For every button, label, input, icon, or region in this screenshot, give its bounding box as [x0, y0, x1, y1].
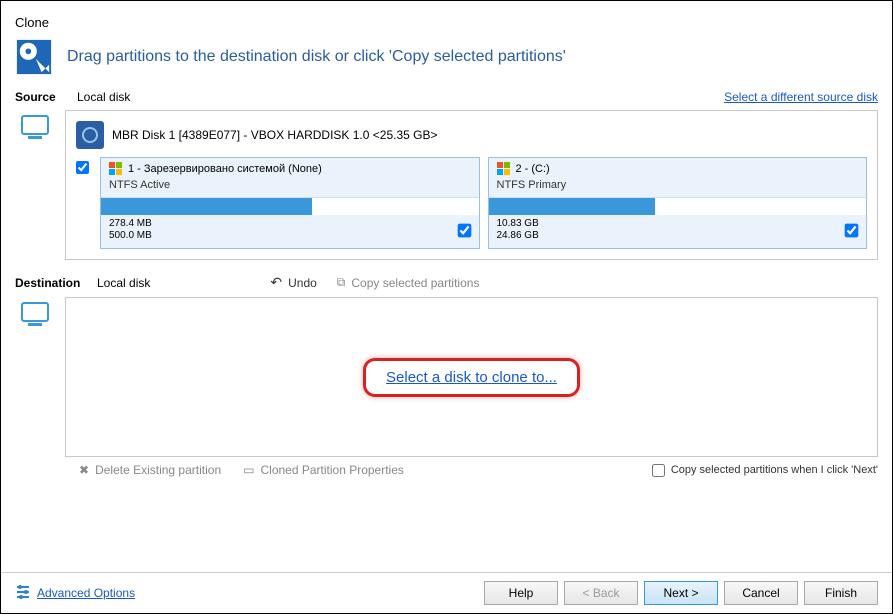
source-header-row: Source Local disk Select a different sou… [15, 90, 878, 104]
partition-properties-button: ▭ Cloned Partition Properties [243, 463, 404, 477]
partition-1[interactable]: 1 - Зарезервировано системой (None) NTFS… [100, 157, 480, 249]
partition-2-name: 2 - (C:) [516, 163, 550, 175]
cancel-button[interactable]: Cancel [724, 581, 798, 605]
source-panel: MBR Disk 1 [4389E077] - VBOX HARDDISK 1.… [65, 110, 878, 260]
help-button[interactable]: Help [484, 581, 558, 605]
destination-value: Local disk [97, 276, 150, 290]
wizard-buttons: Help < Back Next > Cancel Finish [484, 581, 878, 605]
next-button[interactable]: Next > [644, 581, 718, 605]
windows-icon [109, 162, 122, 175]
source-body: MBR Disk 1 [4389E077] - VBOX HARDDISK 1.… [15, 110, 878, 260]
finish-button[interactable]: Finish [804, 581, 878, 605]
partition-2-type: NTFS Primary [489, 179, 867, 195]
change-source-link[interactable]: Select a different source disk [724, 90, 878, 104]
clone-window: Clone Drag partitions to the destination… [0, 0, 893, 614]
partition-1-usage [101, 197, 479, 215]
disk-header: MBR Disk 1 [4389E077] - VBOX HARDDISK 1.… [76, 121, 867, 149]
header: Drag partitions to the destination disk … [15, 38, 878, 76]
disk-title: MBR Disk 1 [4389E077] - VBOX HARDDISK 1.… [112, 128, 437, 142]
partition-1-used: 278.4 MB [109, 218, 152, 230]
window-title: Clone [15, 11, 878, 38]
destination-body: Select a disk to clone to... [15, 297, 878, 457]
select-all-partitions-checkbox[interactable] [76, 161, 89, 174]
properties-icon: ▭ [243, 463, 254, 477]
copy-on-next-checkbox[interactable] [652, 464, 665, 477]
undo-button[interactable]: ↶ Undo [270, 274, 316, 291]
clone-icon [15, 38, 53, 76]
source-device-icon [15, 110, 55, 260]
partition-1-name: 1 - Зарезервировано системой (None) [128, 163, 322, 175]
partition-2-checkbox[interactable] [845, 223, 859, 237]
copy-icon: ⧉ [337, 275, 346, 290]
advanced-icon [15, 584, 31, 603]
back-button: < Back [564, 581, 638, 605]
select-destination-link[interactable]: Select a disk to clone to... [386, 369, 557, 386]
undo-icon: ↶ [270, 274, 282, 291]
hdd-icon [76, 121, 104, 149]
partition-2-used: 10.83 GB [497, 218, 539, 230]
partition-2-usage [489, 197, 867, 215]
header-text: Drag partitions to the destination disk … [67, 48, 566, 66]
destination-panel: Select a disk to clone to... [65, 297, 878, 457]
partition-1-total: 500.0 MB [109, 230, 152, 242]
delete-icon: ✖ [79, 463, 89, 477]
destination-device-icon [15, 297, 55, 457]
partition-1-checkbox[interactable] [457, 223, 471, 237]
advanced-options-link[interactable]: Advanced Options [37, 586, 135, 600]
destination-toolbar: ✖ Delete Existing partition ▭ Cloned Par… [79, 463, 878, 477]
windows-icon [497, 162, 510, 175]
copy-on-next-label: Copy selected partitions when I click 'N… [671, 464, 878, 476]
source-label: Source [15, 90, 77, 104]
destination-label: Destination [15, 276, 77, 290]
partition-2-total: 24.86 GB [497, 230, 539, 242]
delete-partition-button: ✖ Delete Existing partition [79, 463, 221, 477]
partition-2[interactable]: 2 - (C:) NTFS Primary 10.83 GB 24.86 GB [488, 157, 868, 249]
copy-selected-button[interactable]: ⧉ Copy selected partitions [337, 275, 480, 290]
copy-on-next-option[interactable]: Copy selected partitions when I click 'N… [652, 464, 878, 477]
partition-1-type: NTFS Active [101, 179, 479, 195]
source-value: Local disk [77, 90, 130, 104]
footer: Advanced Options Help < Back Next > Canc… [1, 572, 892, 613]
highlight-annotation: Select a disk to clone to... [363, 358, 580, 397]
destination-header-row: Destination Local disk ↶ Undo ⧉ Copy sel… [15, 274, 878, 291]
